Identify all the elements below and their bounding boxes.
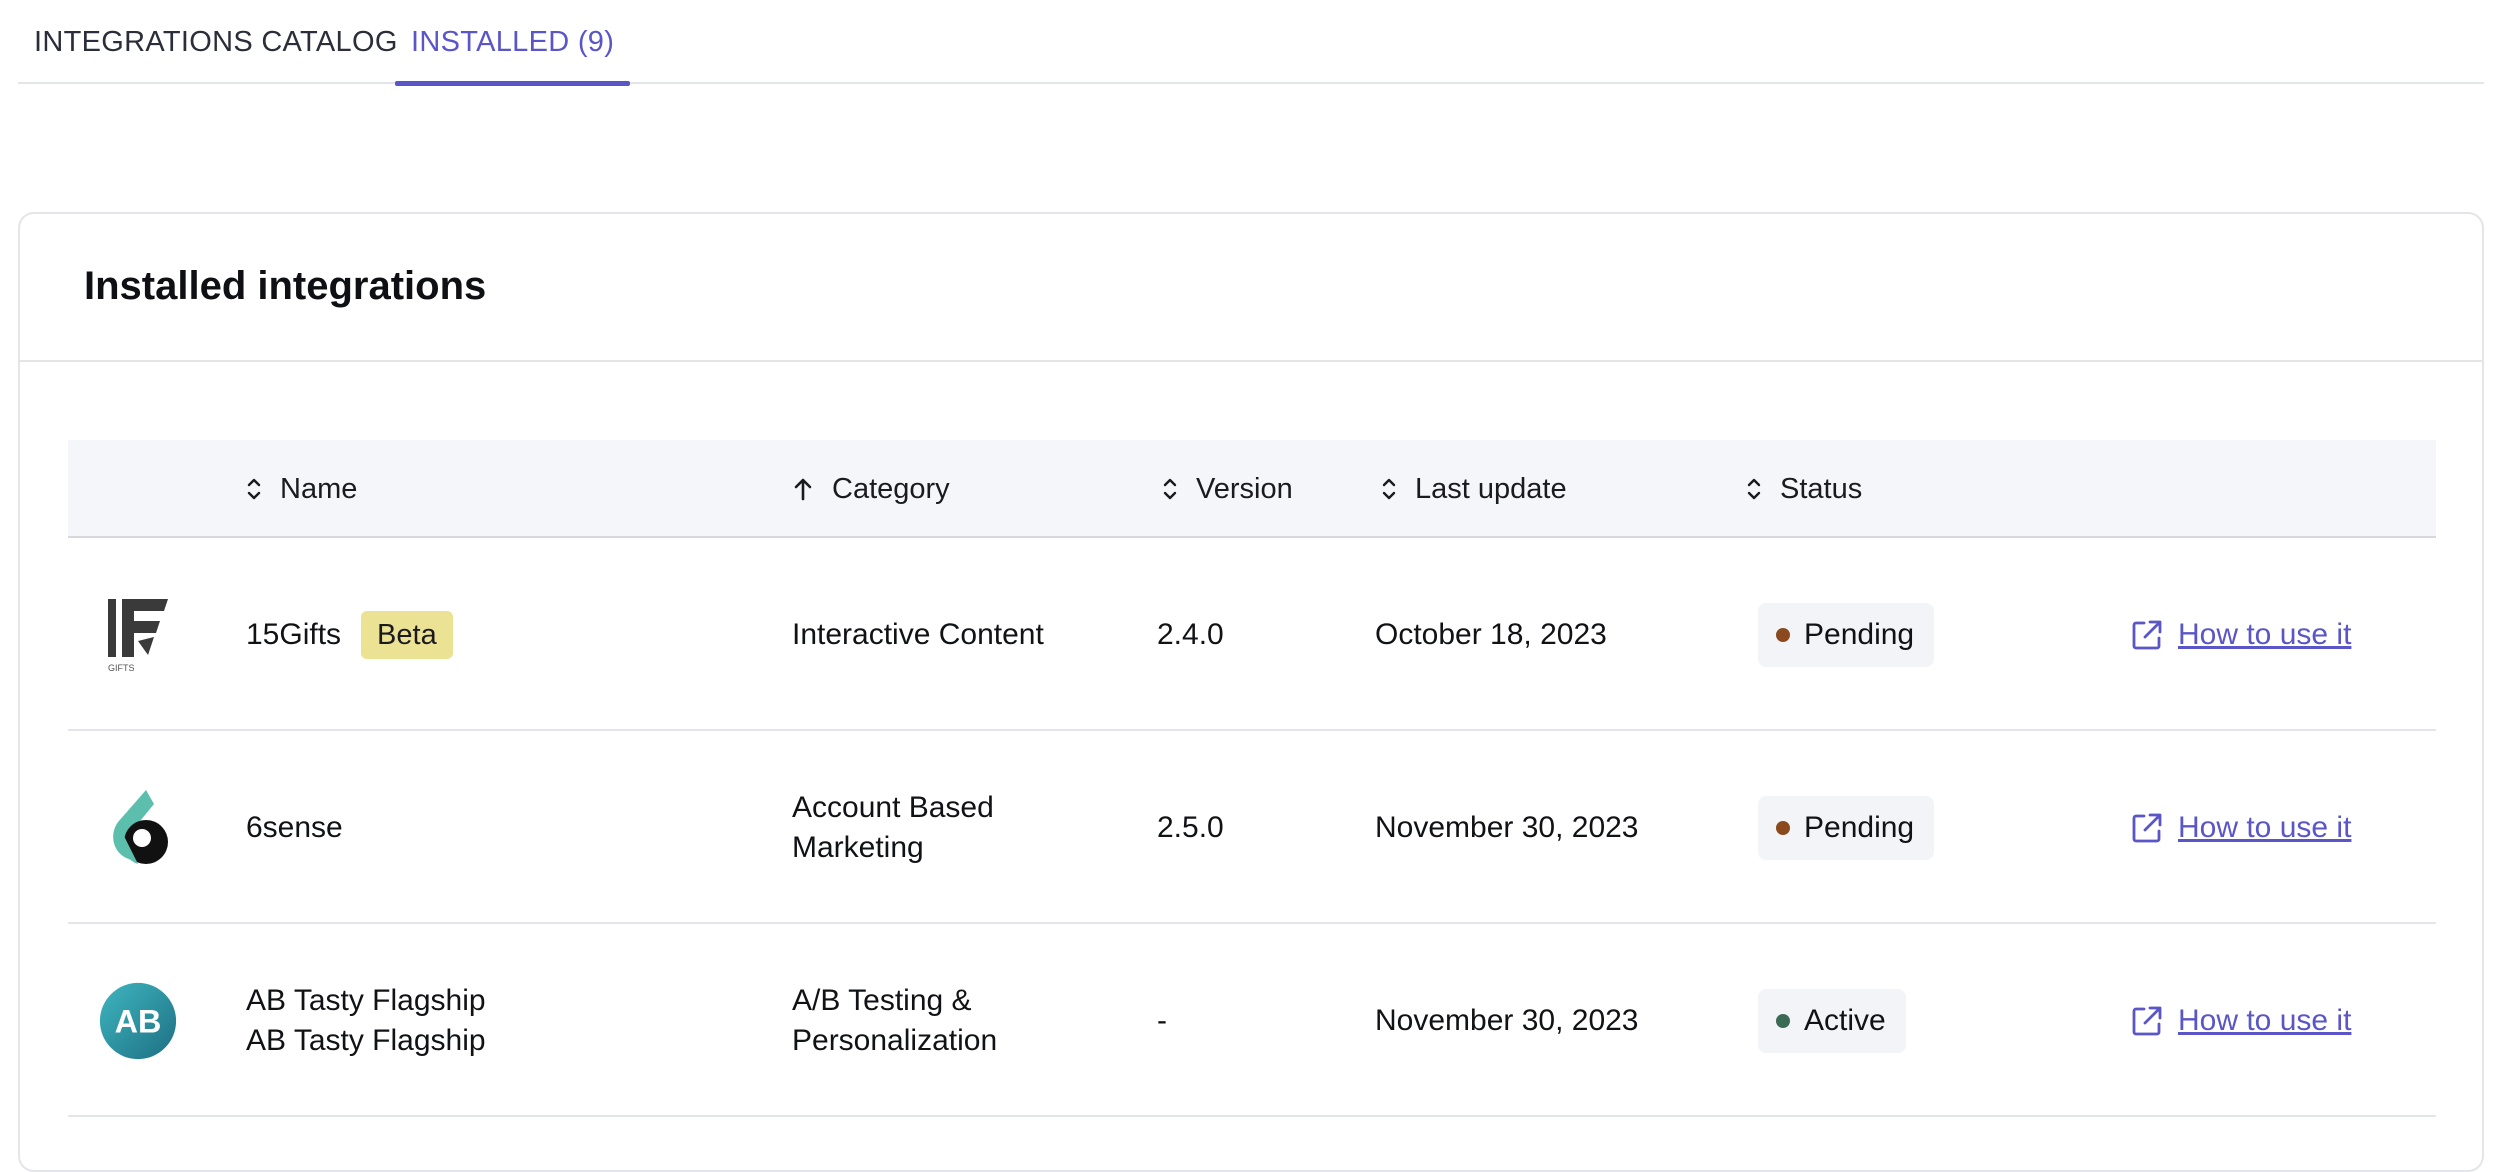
column-header-last-update[interactable]: Last update [1381,440,1567,538]
category-cell: Interactive Content [792,538,1044,731]
category-text-line1: A/B Testing & [792,983,972,1017]
ab-tasty-logo-icon: AB [99,982,177,1059]
name-cell: 6sense [246,731,343,924]
status-badge: Active [1758,988,1906,1053]
tab-integrations-catalog[interactable]: INTEGRATIONS CATALOG [34,0,398,84]
table-row: 6sense Account Based Marketing 2.5.0 Nov… [68,731,2436,924]
how-to-use-label: How to use it [2178,1003,2352,1037]
status-dot-icon [1776,820,1790,835]
status-dot-icon [1776,1013,1790,1028]
how-to-use-label: How to use it [2178,810,2352,844]
status-dot-icon [1776,627,1790,642]
category-cell: Account Based Marketing [792,731,994,924]
table-row: AB AB Tasty Flagship AB Tasty Flagship A… [68,924,2436,1117]
sort-unsorted-icon [247,478,261,500]
ab-tasty-logo-monogram: AB [115,1003,162,1039]
version-cell: - [1157,1003,1167,1037]
integration-subname: AB Tasty Flagship [246,1023,486,1057]
card-title: Installed integrations [84,264,487,308]
tab-installed[interactable]: INSTALLED (9) [394,0,631,86]
how-to-use-link[interactable]: How to use it [2130,615,2351,655]
column-label-category: Category [832,472,950,505]
external-link-icon [2132,620,2162,649]
status-label: Active [1804,1003,1886,1037]
15gifts-logo-icon: GIFTS [108,598,168,673]
status-cell: Active [1758,924,1906,1117]
column-header-name[interactable]: Name [246,440,357,538]
sort-unsorted-icon [1382,478,1396,500]
status-badge: Pending [1758,602,1935,667]
integration-name[interactable]: AB Tasty Flagship [246,981,486,1021]
column-header-status[interactable]: Status [1746,440,1862,538]
6sense-logo [98,731,178,924]
installed-integrations-card: Installed integrations Name Category Ver… [18,212,2484,1172]
tab-bar: INTEGRATIONS CATALOG INSTALLED (9) [18,0,2484,86]
status-label: Pending [1804,810,1915,844]
version-cell: 2.5.0 [1157,810,1224,844]
category-cell: A/B Testing & Personalization [792,924,997,1117]
name-cell: AB Tasty Flagship AB Tasty Flagship [246,924,486,1117]
category-text: Interactive Content [792,617,1044,651]
sort-ascending-icon [794,478,812,501]
integration-name[interactable]: 6sense [246,808,343,848]
category-text-line2: Marketing [792,830,924,864]
status-cell: Pending [1758,731,1935,924]
category-text-line1: Account Based [792,790,994,824]
category-text-line2: Personalization [792,1023,998,1057]
last-update-cell: October 18, 2023 [1375,617,1607,651]
6sense-logo-icon [113,789,168,864]
link-cell: How to use it [2130,731,2351,924]
external-link-icon [2132,1006,2162,1035]
table-row: GIFTS 15Gifts Beta Interactive Content 2… [68,538,2436,731]
last-update-cell: November 30, 2023 [1375,810,1639,844]
link-cell: How to use it [2130,538,2351,731]
sort-unsorted-icon [1163,478,1177,500]
integrations-table: Name Category Version Last update Status [68,440,2436,1117]
15gifts-logo-wordmark: GIFTS [108,663,135,673]
column-label-last-update: Last update [1415,472,1567,505]
column-header-version[interactable]: Version [1162,440,1293,538]
how-to-use-label: How to use it [2178,617,2352,651]
status-badge: Pending [1758,795,1935,860]
column-label-name: Name [280,472,358,505]
ab-tasty-logo: AB [98,924,178,1117]
status-label: Pending [1804,617,1915,651]
link-cell: How to use it [2130,924,2351,1117]
name-cell: 15Gifts Beta [246,538,453,731]
how-to-use-link[interactable]: How to use it [2130,1001,2351,1041]
column-label-version: Version [1196,472,1293,505]
status-cell: Pending [1758,538,1935,731]
last-update-cell: November 30, 2023 [1375,1003,1639,1037]
sort-unsorted-icon [1747,478,1761,500]
how-to-use-link[interactable]: How to use it [2130,808,2351,848]
version-cell: 2.4.0 [1157,617,1224,651]
external-link-icon [2132,813,2162,842]
beta-badge: Beta [361,610,453,659]
table-header: Name Category Version Last update Status [68,440,2436,538]
integration-name[interactable]: 15Gifts [246,615,341,655]
column-label-status: Status [1780,472,1863,505]
15gifts-logo: GIFTS [98,538,178,731]
column-header-category[interactable]: Category [792,440,950,538]
card-header: Installed integrations [20,214,2482,362]
